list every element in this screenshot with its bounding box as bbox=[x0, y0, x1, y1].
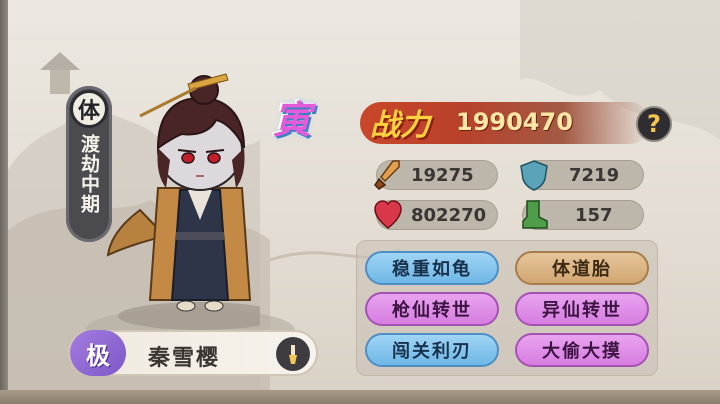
trait-tag[interactable]: 大偷大摸 bbox=[515, 333, 649, 367]
bottom-bar bbox=[0, 390, 720, 404]
grade-badge: 寅 bbox=[272, 97, 311, 142]
combat-power-banner: 战力 1990470 ? bbox=[360, 94, 680, 150]
trait-tag[interactable]: 稳重如龟 bbox=[365, 251, 499, 285]
speed-stat: 157 bbox=[522, 200, 644, 230]
attack-value: 19275 bbox=[411, 165, 474, 186]
boot-icon bbox=[522, 200, 548, 229]
name-plate: 极 秦雪樱 bbox=[68, 330, 318, 376]
defense-stat: 7219 bbox=[520, 160, 644, 191]
health-stat: 802270 bbox=[374, 200, 498, 230]
quality-badge: 极 bbox=[70, 330, 126, 376]
heart-icon bbox=[374, 200, 402, 229]
attack-stat: 19275 bbox=[374, 160, 498, 190]
rename-button[interactable] bbox=[276, 337, 310, 371]
sword-icon bbox=[374, 160, 400, 190]
character-panel: 体 渡劫中期 寅 极 秦雪樱 战力 1990470 ? 19275 7219 8… bbox=[0, 0, 720, 404]
shield-icon bbox=[520, 160, 548, 191]
trait-tag[interactable]: 闯关利刃 bbox=[365, 333, 499, 367]
help-button[interactable]: ? bbox=[636, 106, 672, 142]
trait-tag[interactable]: 枪仙转世 bbox=[365, 292, 499, 326]
power-value: 1990470 bbox=[456, 108, 573, 136]
traits-panel: 稳重如龟 体道胎 枪仙转世 异仙转世 闯关利刃 大偷大摸 bbox=[356, 240, 658, 376]
defense-value: 7219 bbox=[569, 165, 620, 186]
speed-value: 157 bbox=[575, 205, 613, 226]
character-portrait[interactable] bbox=[100, 50, 260, 330]
health-value: 802270 bbox=[411, 205, 487, 226]
trait-tag[interactable]: 异仙转世 bbox=[515, 292, 649, 326]
trait-tag[interactable]: 体道胎 bbox=[515, 251, 649, 285]
power-label: 战力 bbox=[370, 108, 430, 143]
left-edge-strip bbox=[0, 0, 8, 404]
brush-icon bbox=[289, 345, 297, 364]
character-name: 秦雪樱 bbox=[148, 346, 221, 371]
realm-name: 渡劫中期 bbox=[78, 134, 100, 214]
